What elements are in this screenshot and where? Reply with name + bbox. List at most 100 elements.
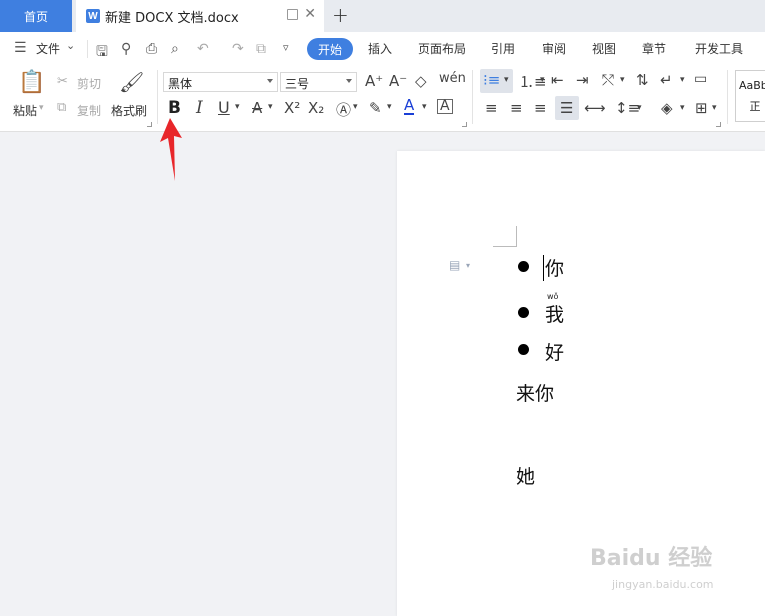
close-tab-icon[interactable]: ✕: [304, 6, 316, 22]
italic-button[interactable]: I: [196, 98, 203, 118]
paste-button[interactable]: 粘贴: [13, 102, 37, 119]
show-marks-icon[interactable]: ↵: [660, 71, 673, 89]
divider: [727, 70, 728, 124]
tab-page-layout[interactable]: 页面布局: [418, 40, 466, 57]
phonetic-guide-icon[interactable]: wén: [439, 71, 466, 86]
clear-format-icon[interactable]: ◇: [415, 72, 427, 90]
more-chevron-icon[interactable]: ▿: [283, 41, 289, 54]
menu-file[interactable]: 文件: [36, 40, 60, 57]
font-size-select[interactable]: 三号: [280, 72, 357, 92]
chevron-down-icon[interactable]: ▾: [268, 102, 273, 112]
tab-start[interactable]: 开始: [307, 38, 353, 60]
tab-view[interactable]: 视图: [592, 40, 616, 57]
sort-icon[interactable]: ⇅: [636, 71, 649, 89]
tab-document[interactable]: W 新建 DOCX 文档.docx ✕: [76, 0, 324, 32]
chevron-down-icon[interactable]: ▾: [540, 75, 545, 85]
undo-icon[interactable]: ↶: [197, 41, 209, 57]
tab-references[interactable]: 引用: [491, 40, 515, 57]
menu-bar: ☰ 文件 ⌄ 🖫 ⚲ ⎙ ⌕ ↶ ↷ ⧉ ▿ 开始 插入 页面布局 引用 审阅 …: [0, 32, 765, 66]
styles-gallery[interactable]: AaBb 正: [735, 70, 765, 122]
brush-icon[interactable]: 🖌: [119, 70, 144, 94]
tab-insert[interactable]: 插入: [368, 40, 392, 57]
chevron-down-icon[interactable]: ▾: [387, 102, 392, 112]
add-tab-icon[interactable]: +: [332, 3, 349, 27]
text-cursor: [543, 255, 544, 281]
chevron-down-icon[interactable]: ⌄: [66, 39, 75, 52]
style-preview-label-2: 正: [749, 100, 761, 113]
chevron-down-icon[interactable]: ▾: [712, 103, 717, 113]
chevron-down-icon[interactable]: ▾: [466, 261, 470, 270]
grow-font-icon[interactable]: A⁺: [365, 72, 383, 90]
decrease-indent-icon[interactable]: ⇤: [551, 71, 564, 89]
paste-dropdown-icon[interactable]: ▾: [39, 103, 44, 113]
tab-start-label: 开始: [317, 42, 342, 57]
font-dialog-launcher[interactable]: [462, 122, 467, 127]
chevron-down-icon[interactable]: ▾: [504, 75, 509, 85]
copy-button[interactable]: 复制: [77, 102, 101, 119]
scissors-icon[interactable]: ✂: [57, 74, 68, 89]
window-mode-icon[interactable]: [287, 9, 298, 20]
font-name-select[interactable]: 黑体: [163, 72, 278, 92]
bullet-marker: [518, 344, 529, 355]
align-left-icon[interactable]: ≡: [485, 99, 498, 117]
justify-icon[interactable]: ☰: [560, 99, 573, 117]
format-painter-icon[interactable]: ⚲: [121, 41, 131, 57]
print-icon[interactable]: ⎙: [146, 41, 157, 57]
strikethrough-icon[interactable]: A: [252, 99, 262, 117]
chevron-down-icon[interactable]: ▾: [353, 102, 358, 112]
watermark-brand: Baidu 经验: [590, 546, 713, 571]
print-preview-icon[interactable]: ⌕: [171, 41, 179, 57]
highlight-icon[interactable]: ✎: [369, 99, 382, 117]
save-icon[interactable]: 🖫: [96, 41, 108, 65]
ruler-icon[interactable]: ▭: [694, 71, 707, 87]
chevron-down-icon: [346, 79, 352, 83]
tab-home[interactable]: 首页: [0, 0, 72, 32]
chevron-down-icon[interactable]: ▾: [680, 103, 685, 113]
character-border-icon[interactable]: A: [437, 99, 453, 114]
tab-developer[interactable]: 开发工具: [695, 40, 743, 57]
list-item[interactable]: 好: [545, 338, 564, 365]
chinese-layout-icon[interactable]: ⤲: [602, 71, 614, 89]
paragraph-handle-icon[interactable]: ▤: [449, 258, 461, 273]
shrink-font-icon[interactable]: A⁻: [389, 72, 407, 90]
bullet-list-icon[interactable]: ⁝≡: [483, 71, 500, 89]
bold-button[interactable]: B: [168, 98, 181, 118]
chevron-down-icon[interactable]: ▾: [620, 75, 625, 85]
underline-button[interactable]: U: [218, 98, 230, 117]
divider: [87, 40, 88, 58]
superscript-icon[interactable]: X²: [284, 99, 300, 117]
paragraph-dialog-launcher[interactable]: [716, 122, 721, 127]
text-effect-icon[interactable]: Ⓐ: [336, 99, 351, 120]
clipboard-dialog-launcher[interactable]: [147, 122, 152, 127]
hamburger-icon[interactable]: ☰: [14, 40, 27, 56]
cut-button[interactable]: 剪切: [77, 75, 101, 92]
copy-icon[interactable]: ⧉: [57, 100, 66, 115]
list-item[interactable]: 你: [545, 254, 564, 281]
align-right-icon[interactable]: ≡: [534, 99, 547, 117]
distributed-icon[interactable]: ⟷: [584, 99, 606, 117]
shading-icon[interactable]: ◈: [661, 99, 673, 117]
divider: [472, 70, 473, 124]
format-painter-button[interactable]: 格式刷: [111, 102, 147, 119]
font-name-value: 黑体: [168, 77, 193, 91]
chevron-down-icon[interactable]: ▾: [235, 102, 240, 112]
list-item[interactable]: 我: [545, 300, 564, 327]
chevron-down-icon[interactable]: ▾: [680, 75, 685, 85]
ribbon: 📋 粘贴 ▾ ✂ 剪切 ⧉ 复制 🖌 格式刷 黑体 三号 A⁺ A⁻ ◇ wén…: [0, 66, 765, 132]
borders-icon[interactable]: ⊞: [695, 99, 708, 117]
paragraph-text[interactable]: 来你: [516, 379, 554, 406]
tab-review[interactable]: 审阅: [542, 40, 566, 57]
style-preview-label: AaBb: [739, 79, 765, 92]
align-center-icon[interactable]: ≡: [510, 99, 523, 117]
redo-icon[interactable]: ↷: [232, 41, 244, 57]
paragraph-text[interactable]: 她: [516, 462, 535, 489]
chevron-down-icon[interactable]: ▾: [637, 103, 642, 113]
subscript-icon[interactable]: X₂: [308, 99, 324, 117]
font-color-icon[interactable]: A: [404, 98, 415, 115]
increase-indent-icon[interactable]: ⇥: [576, 71, 589, 89]
chevron-down-icon[interactable]: ▾: [422, 102, 427, 112]
paste-icon[interactable]: 📋: [18, 70, 45, 95]
tab-chapter[interactable]: 章节: [642, 40, 666, 57]
copy-icon[interactable]: ⧉: [256, 41, 266, 57]
tab-home-label: 首页: [23, 9, 48, 24]
